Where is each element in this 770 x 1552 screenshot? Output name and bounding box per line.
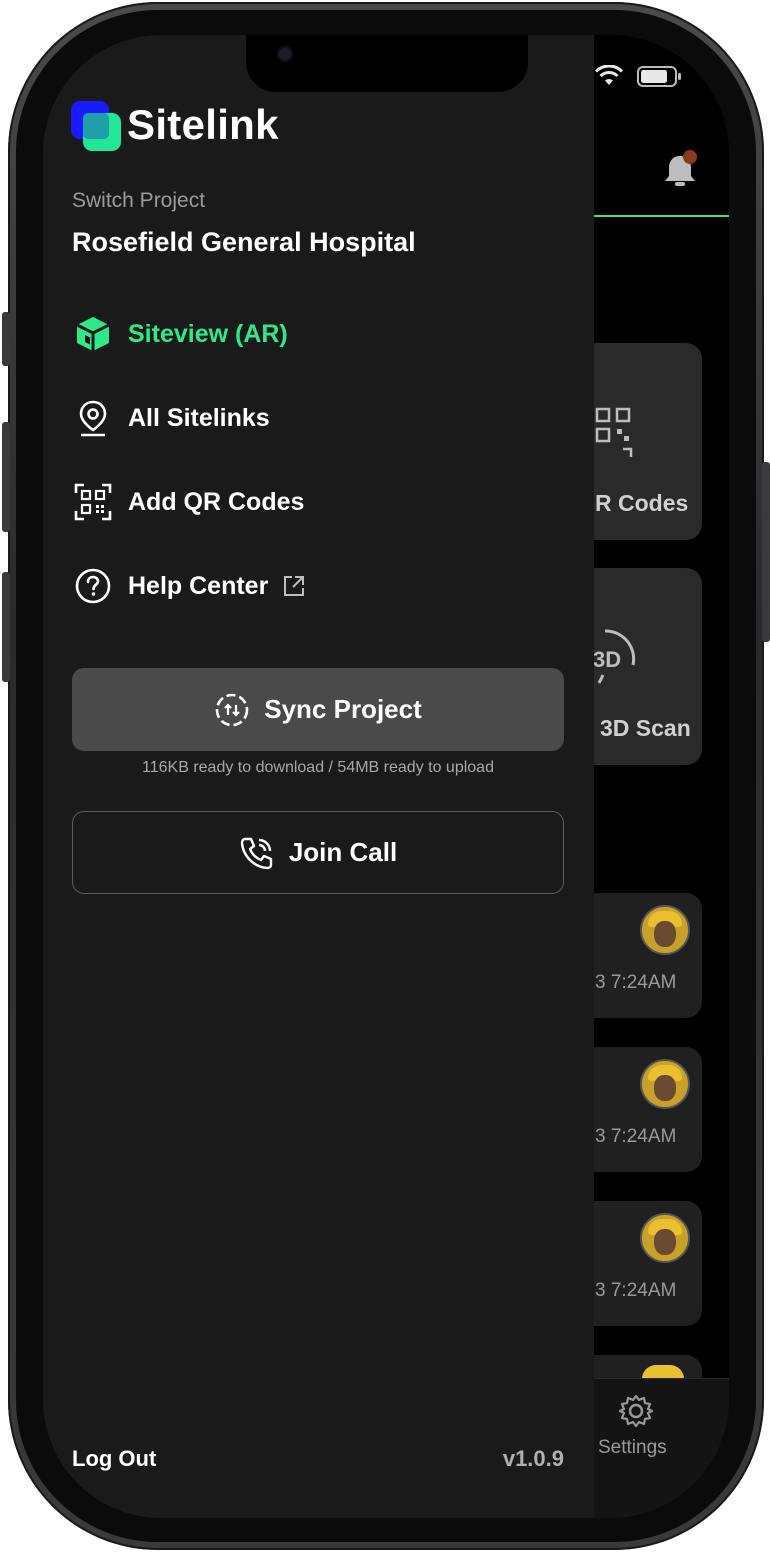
wifi-icon [594,65,624,85]
menu-label: Add QR Codes [128,487,305,516]
power-button [762,462,770,642]
menu-label: All Sitelinks [128,403,270,432]
header-divider [594,215,729,217]
list-item-time: 3 7:24AM [595,1280,677,1301]
join-call-label: Join Call [288,837,398,867]
list-item-time: 3 7:24AM [595,1126,677,1147]
sync-icon [215,693,249,726]
external-link-icon [284,576,305,596]
switch-project-link[interactable]: Switch Project [72,189,205,213]
volume-up-button [2,422,10,532]
menu-item-help-center[interactable]: Help Center [72,562,306,610]
help-circle-icon [72,565,114,607]
app-version: v1.0.9 [502,1446,564,1471]
svg-text:3D: 3D [593,647,621,672]
cube-icon [72,313,114,355]
sync-status-text: 116KB ready to download / 54MB ready to … [142,759,494,776]
volume-down-button [2,572,10,682]
menu-label: Help Center [128,571,269,600]
mute-switch [2,312,10,366]
menu-item-add-qr-codes[interactable]: Add QR Codes [72,478,304,526]
menu-item-siteview-ar[interactable]: Siteview (AR) [72,310,288,358]
tab-settings[interactable]: Settings [598,1437,667,1459]
gear-icon[interactable] [618,1393,654,1429]
sync-project-button[interactable]: Sync Project [72,668,564,751]
bell-icon[interactable] [661,150,701,190]
qr-code-tile-icon [595,407,633,457]
join-call-button[interactable]: Join Call [72,811,564,894]
app-name: Sitelink [127,101,279,148]
screen: R Codes 3D 3D Scan 3 7:24AM 3 7:24AM 3 7… [43,35,729,1518]
project-name[interactable]: Rosefield General Hospital [72,227,416,258]
menu-label: Siteview (AR) [128,319,288,348]
sitelink-logo-icon [71,101,123,153]
camera-notch [246,35,528,92]
tile-label-3d-scan: 3D Scan [600,715,691,741]
avatar [640,1059,690,1109]
avatar [640,1213,690,1263]
qr-code-icon [72,481,114,523]
battery-icon [637,66,681,87]
avatar [642,1365,684,1379]
sync-project-label: Sync Project [264,694,422,724]
navigation-drawer: Sitelink Switch Project Rosefield Genera… [43,35,594,1518]
tile-label-qr-codes: R Codes [595,490,689,516]
front-camera [277,46,293,62]
avatar [640,905,690,955]
3d-scan-icon: 3D [593,629,636,684]
menu-item-all-sitelinks[interactable]: All Sitelinks [72,394,270,442]
phone-call-icon [240,837,273,869]
map-pin-icon [72,397,114,439]
log-out-button[interactable]: Log Out [72,1446,156,1472]
list-item-time: 3 7:24AM [595,972,677,993]
